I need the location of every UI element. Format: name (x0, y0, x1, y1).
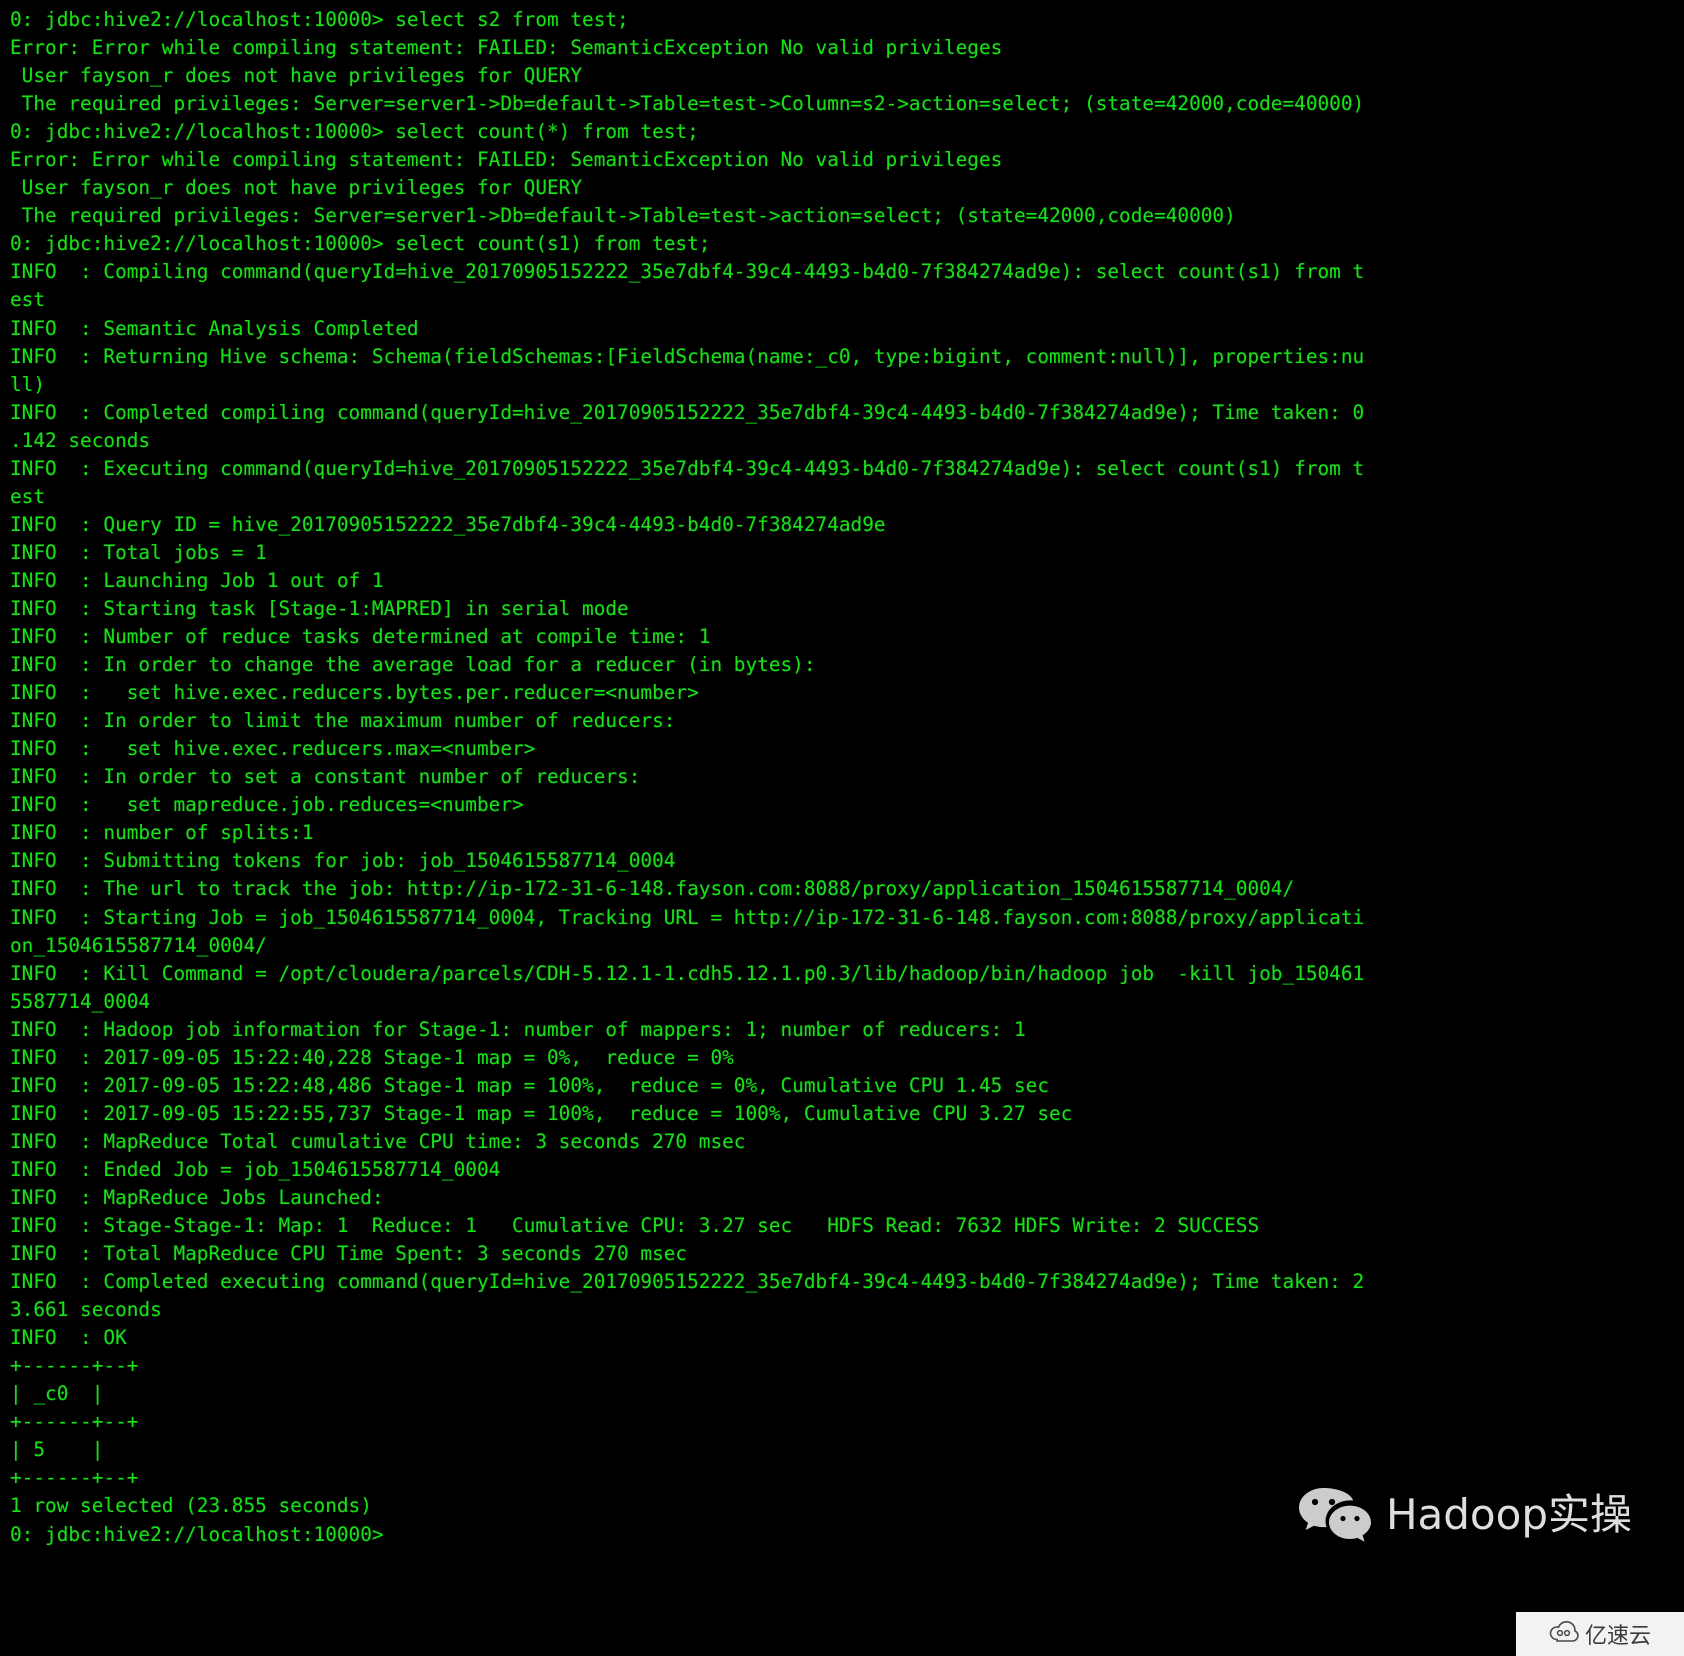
terminal-line: INFO : Stage-Stage-1: Map: 1 Reduce: 1 C… (10, 1214, 1260, 1238)
cloud-icon (1549, 1620, 1579, 1647)
terminal-line: Error: Error while compiling statement: … (10, 148, 1003, 172)
terminal-line: 5587714_0004 (10, 989, 151, 1013)
terminal-line: INFO : 2017-09-05 15:22:40,228 Stage-1 m… (10, 1045, 734, 1069)
terminal-output: 0: jdbc:hive2://localhost:10000> select … (10, 6, 1684, 1549)
terminal-line: INFO : Kill Command = /opt/cloudera/parc… (10, 961, 1365, 985)
terminal-line: INFO : Starting task [Stage-1:MAPRED] in… (10, 596, 629, 620)
terminal-line: INFO : 2017-09-05 15:22:48,486 Stage-1 m… (10, 1073, 1049, 1097)
terminal-line: INFO : Number of reduce tasks determined… (10, 625, 711, 649)
terminal-line: INFO : In order to change the average lo… (10, 653, 816, 677)
terminal-line: Error: Error while compiling statement: … (10, 36, 1003, 60)
terminal-line: INFO : Completed compiling command(query… (10, 400, 1365, 424)
terminal-line: INFO : The url to track the job: http://… (10, 877, 1295, 901)
terminal-line: INFO : Completed executing command(query… (10, 1270, 1365, 1294)
terminal-line: The required privileges: Server=server1-… (10, 92, 1365, 116)
terminal-line: +------+--+ (10, 1410, 139, 1434)
terminal-line: INFO : Semantic Analysis Completed (10, 316, 419, 340)
terminal-line: INFO : MapReduce Total cumulative CPU ti… (10, 1129, 746, 1153)
terminal-line: INFO : Compiling command(queryId=hive_20… (10, 260, 1365, 284)
terminal-line: +------+--+ (10, 1354, 139, 1378)
terminal-line: 3.661 seconds (10, 1298, 162, 1322)
terminal-line: The required privileges: Server=server1-… (10, 204, 1236, 228)
terminal-line: INFO : In order to limit the maximum num… (10, 709, 676, 733)
terminal-line: INFO : set hive.exec.reducers.max=<numbe… (10, 737, 536, 761)
terminal-line: INFO : OK (10, 1326, 127, 1350)
terminal-line: on_1504615587714_0004/ (10, 933, 267, 957)
corner-badge: 亿速云 (1516, 1612, 1684, 1656)
watermark: Hadoop实操 (1298, 1486, 1632, 1544)
terminal-line: 0: jdbc:hive2://localhost:10000> select … (10, 120, 699, 144)
terminal-line: INFO : Total jobs = 1 (10, 540, 267, 564)
terminal-line: est (10, 288, 46, 312)
terminal-window[interactable]: 0: jdbc:hive2://localhost:10000> select … (0, 0, 1684, 1656)
terminal-line: | 5 | (10, 1438, 104, 1462)
terminal-line: User fayson_r does not have privileges f… (10, 176, 583, 200)
terminal-line: INFO : 2017-09-05 15:22:55,737 Stage-1 m… (10, 1101, 1073, 1125)
terminal-line: .142 seconds (10, 428, 151, 452)
terminal-line: est (10, 484, 46, 508)
watermark-text: Hadoop实操 (1385, 1490, 1632, 1539)
terminal-line: INFO : Ended Job = job_1504615587714_000… (10, 1157, 501, 1181)
terminal-line: INFO : Executing command(queryId=hive_20… (10, 456, 1365, 480)
terminal-line: INFO : set hive.exec.reducers.bytes.per.… (10, 681, 699, 705)
terminal-line: INFO : number of splits:1 (10, 821, 314, 845)
terminal-line: INFO : Returning Hive schema: Schema(fie… (10, 344, 1365, 368)
terminal-line: INFO : Total MapReduce CPU Time Spent: 3… (10, 1242, 688, 1266)
terminal-line: INFO : Starting Job = job_1504615587714_… (10, 905, 1365, 929)
terminal-line: INFO : Submitting tokens for job: job_15… (10, 849, 676, 873)
terminal-line: INFO : set mapreduce.job.reduces=<number… (10, 793, 524, 817)
terminal-line: User fayson_r does not have privileges f… (10, 64, 583, 88)
wechat-icon (1298, 1486, 1372, 1544)
terminal-line: INFO : In order to set a constant number… (10, 765, 641, 789)
terminal-line: 0: jdbc:hive2://localhost:10000> select … (10, 232, 711, 256)
terminal-line: ll) (10, 372, 46, 396)
terminal-line: INFO : Launching Job 1 out of 1 (10, 568, 384, 592)
corner-badge-text: 亿速云 (1584, 1624, 1651, 1649)
terminal-line: INFO : Hadoop job information for Stage-… (10, 1017, 1026, 1041)
terminal-line: 0: jdbc:hive2://localhost:10000> select … (10, 8, 629, 31)
terminal-line: INFO : Query ID = hive_20170905152222_35… (10, 512, 886, 536)
terminal-line: | _c0 | (10, 1382, 104, 1406)
terminal-line: INFO : MapReduce Jobs Launched: (10, 1185, 384, 1209)
